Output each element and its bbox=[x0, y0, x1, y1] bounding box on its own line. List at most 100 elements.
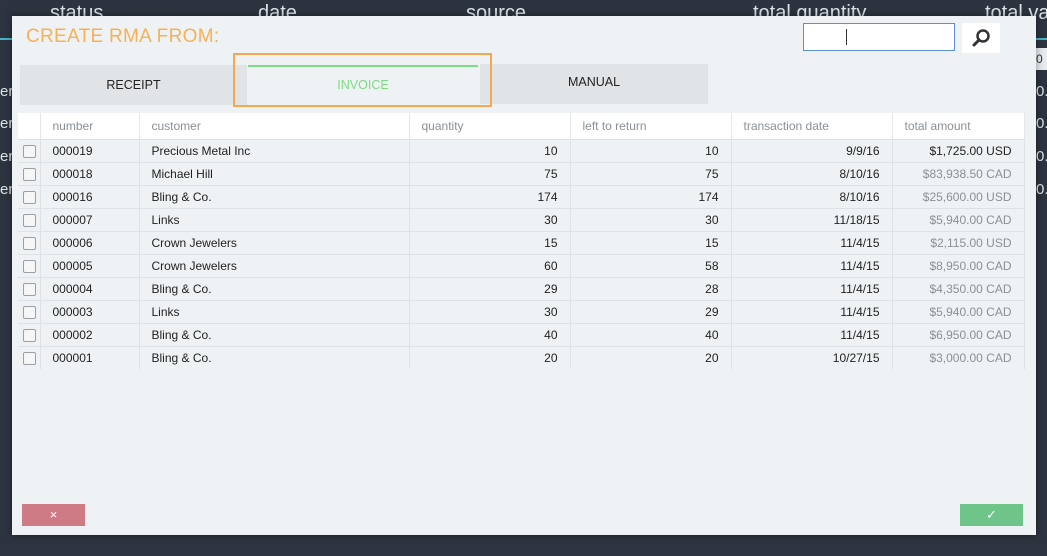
cell-quantity: 30 bbox=[409, 208, 571, 232]
tab-manual-label: MANUAL bbox=[567, 75, 621, 89]
tab-receipt-label: RECEIPT bbox=[106, 78, 161, 92]
header-customer[interactable]: customer bbox=[139, 113, 410, 140]
table-header-row: number customer quantity left to return … bbox=[18, 113, 1025, 140]
table-row[interactable]: 000007 Links 30 30 11/18/15 $5,940.00 CAD bbox=[18, 208, 1025, 232]
table-row[interactable]: 000006 Crown Jewelers 15 15 11/4/15 $2,115.00… bbox=[18, 231, 1025, 255]
row-checkbox[interactable] bbox=[23, 352, 36, 366]
row-checkbox[interactable] bbox=[23, 145, 36, 159]
cell-quantity: 29 bbox=[409, 277, 571, 301]
row-checkbox[interactable] bbox=[23, 283, 36, 297]
bg-row-suffix: 0. bbox=[1036, 83, 1047, 100]
cell-total-amount: $1,725.00 USD bbox=[892, 139, 1025, 163]
cell-number: 000016 bbox=[40, 185, 140, 209]
cell-number: 000006 bbox=[40, 231, 140, 255]
row-checkbox[interactable] bbox=[23, 260, 36, 274]
cell-quantity: 40 bbox=[409, 323, 571, 347]
header-quantity[interactable]: quantity bbox=[409, 113, 571, 140]
row-checkbox-cell bbox=[18, 254, 41, 278]
cell-transaction-date: 11/18/15 bbox=[731, 208, 893, 232]
active-tab-indicator bbox=[248, 65, 478, 67]
row-checkbox-cell bbox=[18, 139, 41, 163]
header-transaction-date[interactable]: transaction date bbox=[731, 113, 893, 140]
row-checkbox-cell bbox=[18, 346, 41, 369]
cell-customer: Bling & Co. bbox=[139, 323, 410, 347]
table-row[interactable]: 000019 Precious Metal Inc 10 10 9/9/16 $1,725… bbox=[18, 139, 1025, 163]
row-checkbox-cell bbox=[18, 277, 41, 301]
row-checkbox[interactable] bbox=[23, 191, 36, 205]
cell-quantity: 20 bbox=[409, 346, 571, 369]
cell-left-to-return: 75 bbox=[570, 162, 732, 186]
cell-number: 000001 bbox=[40, 346, 140, 369]
search-icon bbox=[972, 29, 990, 47]
cell-left-to-return: 15 bbox=[570, 231, 732, 255]
cell-total-amount: $8,950.00 CAD bbox=[892, 254, 1025, 278]
cell-number: 000007 bbox=[40, 208, 140, 232]
invoice-table-container: number customer quantity left to return … bbox=[18, 113, 1025, 369]
tab-manual[interactable]: MANUAL bbox=[480, 64, 708, 104]
cell-customer: Links bbox=[139, 208, 410, 232]
bg-row-suffix: 0. bbox=[1036, 181, 1047, 198]
row-checkbox[interactable] bbox=[23, 329, 36, 343]
row-checkbox-cell bbox=[18, 231, 41, 255]
header-total-amount[interactable]: total amount bbox=[892, 113, 1025, 140]
cell-total-amount: $5,940.00 CAD bbox=[892, 300, 1025, 324]
invoice-table: number customer quantity left to return … bbox=[18, 113, 1025, 369]
cell-transaction-date: 11/4/15 bbox=[731, 254, 893, 278]
cell-left-to-return: 40 bbox=[570, 323, 732, 347]
search-input[interactable] bbox=[803, 23, 955, 51]
search-button[interactable] bbox=[962, 23, 1000, 53]
cell-customer: Michael Hill bbox=[139, 162, 410, 186]
cell-total-amount: $83,938.50 CAD bbox=[892, 162, 1025, 186]
cell-quantity: 15 bbox=[409, 231, 571, 255]
cell-number: 000005 bbox=[40, 254, 140, 278]
cell-customer: Crown Jewelers bbox=[139, 254, 410, 278]
tab-invoice[interactable]: INVOICE bbox=[248, 65, 478, 105]
table-row[interactable]: 000005 Crown Jewelers 60 58 11/4/15 $8,950.00… bbox=[18, 254, 1025, 278]
header-left-to-return[interactable]: left to return bbox=[570, 113, 732, 140]
table-row[interactable]: 000018 Michael Hill 75 75 8/10/16 $83,938.50 … bbox=[18, 162, 1025, 186]
table-row[interactable]: 000002 Bling & Co. 40 40 11/4/15 $6,950.00 CA… bbox=[18, 323, 1025, 347]
text-caret bbox=[846, 29, 847, 45]
cell-transaction-date: 8/10/16 bbox=[731, 162, 893, 186]
cell-number: 000003 bbox=[40, 300, 140, 324]
tab-receipt[interactable]: RECEIPT bbox=[20, 65, 247, 105]
cell-left-to-return: 10 bbox=[570, 139, 732, 163]
cell-transaction-date: 8/10/16 bbox=[731, 185, 893, 209]
cancel-button[interactable]: × bbox=[22, 504, 85, 526]
table-row[interactable]: 000003 Links 30 29 11/4/15 $5,940.00 CAD bbox=[18, 300, 1025, 324]
cell-left-to-return: 20 bbox=[570, 346, 732, 369]
row-checkbox-cell bbox=[18, 300, 41, 324]
cell-left-to-return: 30 bbox=[570, 208, 732, 232]
table-row[interactable]: 000001 Bling & Co. 20 20 10/27/15 $3,000.00 C… bbox=[18, 346, 1025, 369]
row-checkbox-cell bbox=[18, 185, 41, 209]
table-row[interactable]: 000016 Bling & Co. 174 174 8/10/16 $25,600.00… bbox=[18, 185, 1025, 209]
cell-customer: Bling & Co. bbox=[139, 277, 410, 301]
cell-transaction-date: 9/9/16 bbox=[731, 139, 893, 163]
cell-customer: Links bbox=[139, 300, 410, 324]
modal-title: CREATE RMA FROM: bbox=[26, 26, 220, 47]
confirm-button[interactable]: ✓ bbox=[960, 504, 1023, 526]
header-select bbox=[18, 113, 41, 140]
table-row[interactable]: 000004 Bling & Co. 29 28 11/4/15 $4,350.00 CA… bbox=[18, 277, 1025, 301]
cell-transaction-date: 11/4/15 bbox=[731, 277, 893, 301]
cell-total-amount: $3,000.00 CAD bbox=[892, 346, 1025, 369]
cell-transaction-date: 10/27/15 bbox=[731, 346, 893, 369]
bg-row-suffix: 0. bbox=[1036, 115, 1047, 132]
bg-row-suffix: 0. bbox=[1036, 148, 1047, 165]
row-checkbox[interactable] bbox=[23, 168, 36, 182]
row-checkbox-cell bbox=[18, 208, 41, 232]
checkmark-icon: ✓ bbox=[986, 507, 997, 522]
cell-customer: Crown Jewelers bbox=[139, 231, 410, 255]
cell-total-amount: $25,600.00 USD bbox=[892, 185, 1025, 209]
header-number[interactable]: number bbox=[40, 113, 140, 140]
row-checkbox-cell bbox=[18, 323, 41, 347]
cell-left-to-return: 29 bbox=[570, 300, 732, 324]
close-icon: × bbox=[49, 507, 58, 522]
cell-transaction-date: 11/4/15 bbox=[731, 300, 893, 324]
row-checkbox[interactable] bbox=[23, 306, 36, 320]
row-checkbox[interactable] bbox=[23, 237, 36, 251]
row-checkbox[interactable] bbox=[23, 214, 36, 228]
cell-transaction-date: 11/4/15 bbox=[731, 231, 893, 255]
row-checkbox-cell bbox=[18, 162, 41, 186]
cell-number: 000018 bbox=[40, 162, 140, 186]
